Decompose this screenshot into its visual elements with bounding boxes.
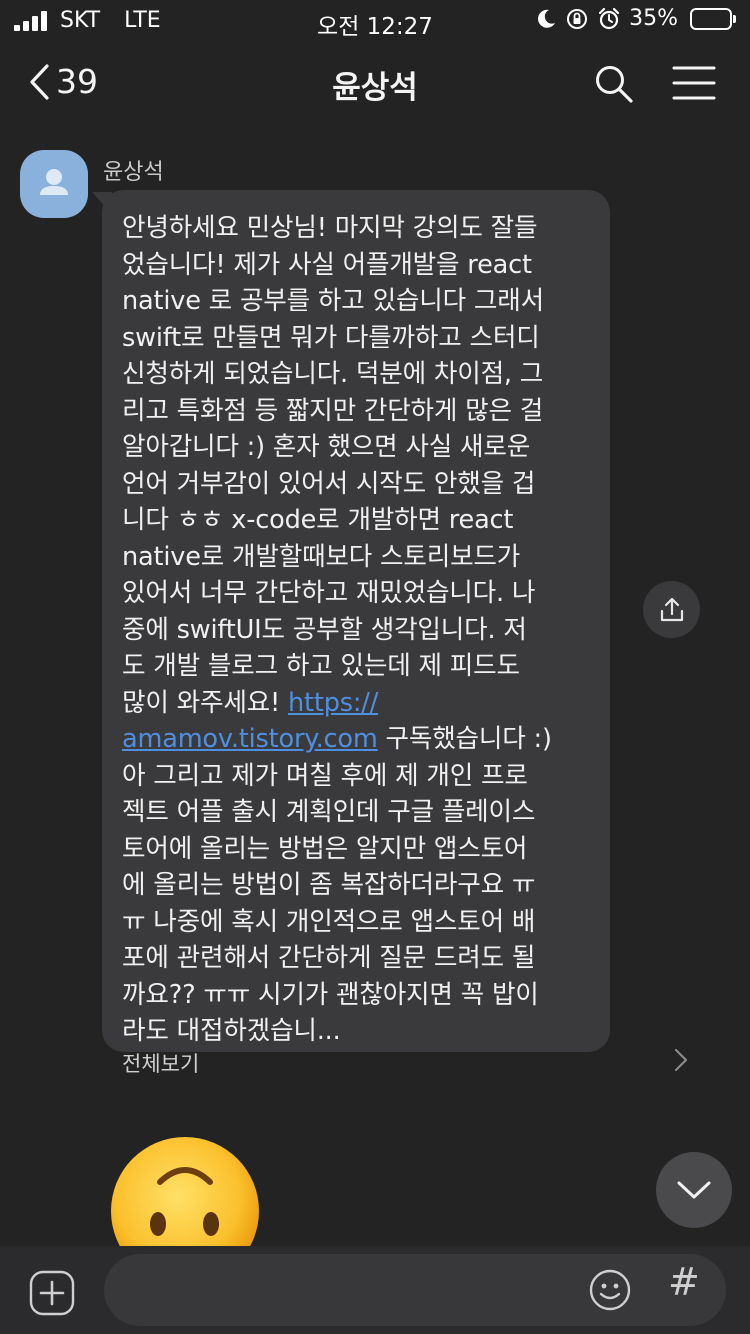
chevron-down-icon	[677, 1181, 711, 1199]
message-input[interactable]	[104, 1254, 726, 1326]
message-text: 안녕하세요 민상님! 마지막 강의도 잘들 었습니다! 제가 사실 어플개발을 …	[122, 210, 596, 1050]
menu-button[interactable]	[672, 64, 716, 106]
chat-header: 39 윤상석	[0, 50, 750, 120]
share-button[interactable]	[643, 581, 700, 638]
hashtag-button[interactable]: #	[668, 1260, 700, 1304]
chat-screen: SKT LTE 오전 12:27 35% 39 윤상석 윤상석 안녕하세요 민상…	[0, 0, 750, 1334]
message-text-part-1: 안녕하세요 민상님! 마지막 강의도 잘들 었습니다! 제가 사실 어플개발을 …	[122, 213, 544, 718]
chat-title: 윤상석	[332, 70, 418, 106]
message-text-part-2: 구독했습니다 :) 아 그리고 제가 며칠 후에 제 개인 프로 젝트 어플 출…	[122, 724, 552, 1046]
avatar[interactable]	[20, 150, 88, 218]
attach-button[interactable]	[29, 1270, 75, 1320]
share-icon	[660, 597, 683, 621]
battery-percent: 35%	[629, 6, 678, 31]
search-button[interactable]	[592, 62, 636, 110]
message-input-bar: #	[0, 1246, 750, 1334]
emoji-button[interactable]	[588, 1268, 632, 1316]
see-all-button[interactable]: 전체보기	[122, 1048, 199, 1078]
status-bar: SKT LTE 오전 12:27 35%	[0, 0, 750, 42]
alarm-icon	[598, 7, 620, 29]
default-profile-icon	[40, 169, 68, 195]
do-not-disturb-icon	[538, 9, 556, 28]
orientation-lock-icon	[567, 8, 588, 29]
battery-icon	[690, 7, 736, 30]
chevron-right-icon[interactable]	[674, 1048, 688, 1072]
message-bubble[interactable]: 안녕하세요 민상님! 마지막 강의도 잘들 었습니다! 제가 사실 어플개발을 …	[102, 190, 688, 1076]
hamburger-menu-icon	[672, 66, 716, 100]
sender-name: 윤상석	[103, 160, 164, 185]
smiley-icon	[589, 1269, 631, 1311]
scroll-down-button[interactable]	[656, 1152, 732, 1228]
search-icon	[596, 66, 633, 103]
plus-icon	[29, 1270, 75, 1316]
